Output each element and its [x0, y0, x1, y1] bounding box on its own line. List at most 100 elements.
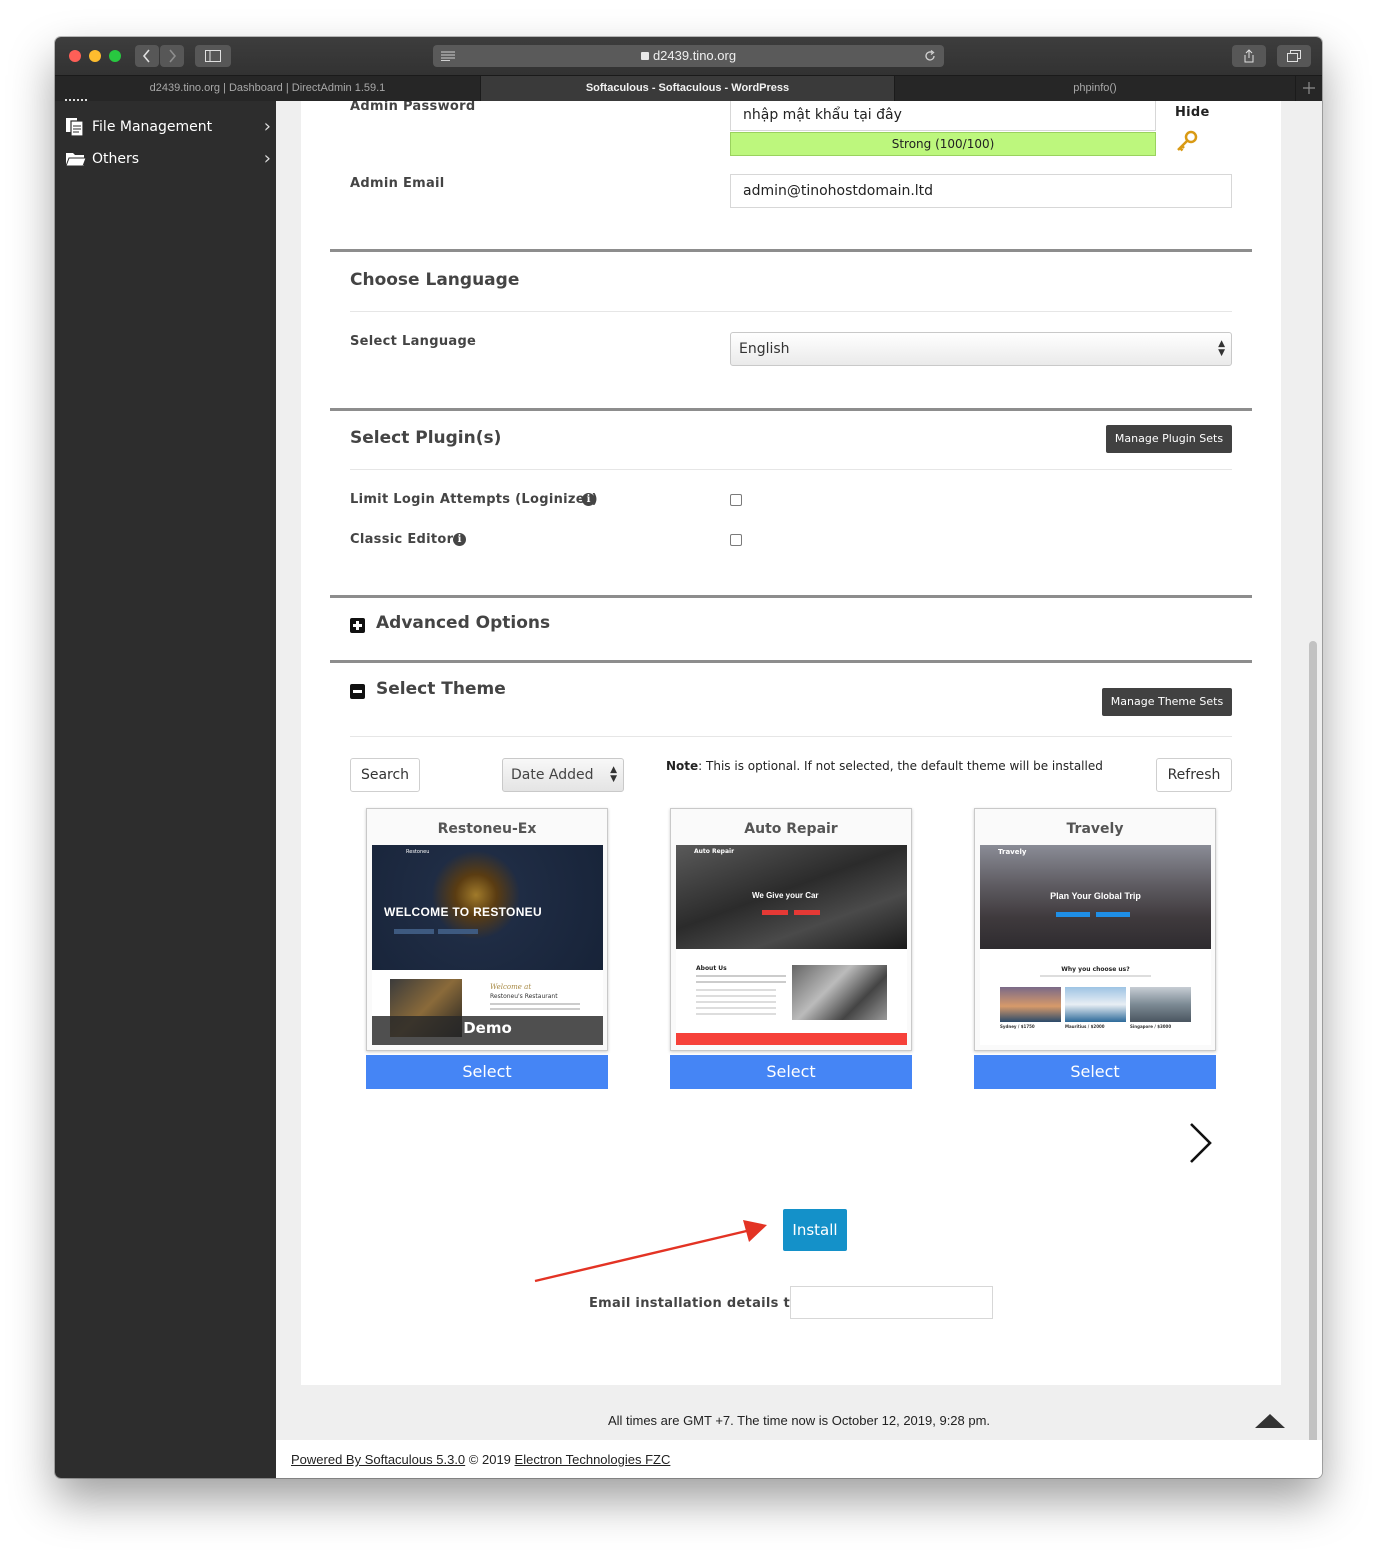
select-theme-toggle[interactable]: Select Theme: [350, 679, 650, 703]
chevron-right-icon: ›: [263, 116, 271, 137]
footer-text: Powered By Softaculous 5.3.0 © 2019 Elec…: [291, 1452, 670, 1467]
section-divider: [350, 311, 1232, 312]
section-divider: [330, 408, 1252, 411]
plugin-label-classic-editor: Classic Editor: [350, 532, 454, 547]
theme-thumbnail: Travely Plan Your Global Trip Why you ch…: [980, 845, 1211, 1045]
theme-note-bold: Note: [666, 759, 699, 773]
theme-note: Note: This is optional. If not selected,…: [666, 759, 1103, 773]
scrollbar[interactable]: [1309, 641, 1317, 1461]
manage-theme-sets-button[interactable]: Manage Theme Sets: [1102, 688, 1232, 716]
info-icon[interactable]: i: [453, 533, 466, 546]
share-button[interactable]: [1232, 45, 1266, 67]
lock-icon: [640, 52, 649, 60]
sidebar-item-label: File Management: [92, 119, 213, 135]
tabs-overview-button[interactable]: [1277, 45, 1311, 67]
key-icon[interactable]: [1175, 130, 1199, 154]
select-language-label: Select Language: [350, 334, 477, 349]
select-arrows-icon: ▲ ▼: [1218, 339, 1225, 358]
thumbnail-brand: Restoneu: [406, 849, 430, 855]
advanced-options-toggle[interactable]: Advanced Options: [350, 613, 650, 637]
info-icon[interactable]: i: [582, 493, 595, 506]
chevron-right-icon[interactable]: [1187, 1121, 1215, 1165]
chevron-right-icon: [169, 49, 177, 63]
theme-card-restoneu[interactable]: Restoneu-Ex Restoneu WELCOME TO RESTONEU…: [366, 808, 608, 1051]
theme-sort-select[interactable]: Date Added ▲ ▼: [502, 758, 624, 792]
theme-name: Auto Repair: [744, 821, 838, 837]
theme-card-travely[interactable]: Travely Travely Plan Your Global Trip Wh…: [974, 808, 1216, 1051]
thumbnail-hero-text: We Give your Car: [752, 891, 819, 900]
admin-password-field[interactable]: nhập mật khẩu tại đây: [730, 101, 1156, 131]
choose-language-heading: Choose Language: [350, 270, 520, 290]
thumbnail-why: Why you choose us?: [1061, 966, 1130, 973]
advanced-options-heading: Advanced Options: [376, 613, 551, 633]
plugin-checkbox-classic-editor[interactable]: [730, 534, 742, 546]
thumbnail-subtitle: Restoneu's Restaurant: [490, 993, 558, 1000]
chevron-left-icon: [142, 49, 150, 63]
hide-password-link[interactable]: Hide: [1175, 105, 1210, 120]
close-window-button[interactable]: [69, 50, 81, 62]
back-button[interactable]: [135, 45, 159, 67]
section-divider: [350, 736, 1232, 737]
main-content: Admin Password nhập mật khẩu tại đây Str…: [276, 101, 1322, 1478]
language-select-value: English: [739, 341, 790, 357]
thumbnail-place: Mauritius / $2000: [1065, 1024, 1105, 1029]
theme-thumbnail: Restoneu WELCOME TO RESTONEU Welcome at …: [372, 845, 603, 1045]
language-select[interactable]: English ▲ ▼: [730, 332, 1232, 366]
theme-search-button[interactable]: Search: [350, 758, 420, 792]
zoom-window-button[interactable]: [109, 50, 121, 62]
forward-button[interactable]: [160, 45, 184, 67]
annotation-arrow-icon: [534, 1220, 767, 1283]
theme-card-auto-repair[interactable]: Auto Repair Auto Repair We Give your Car…: [670, 808, 912, 1051]
thumbnail-brand: Auto Repair: [694, 848, 735, 855]
select-arrows-icon: ▲ ▼: [610, 765, 617, 784]
reload-icon[interactable]: [924, 50, 936, 62]
manage-plugin-sets-button[interactable]: Manage Plugin Sets: [1106, 425, 1232, 453]
email-install-details-label: Email installation details to :: [589, 1296, 810, 1311]
section-divider: [350, 469, 1232, 470]
thumbnail-place: Sydney / $1750: [1000, 1024, 1035, 1029]
tab-phpinfo[interactable]: phpinfo(): [895, 76, 1296, 101]
plus-icon: [1303, 82, 1315, 94]
address-bar[interactable]: d2439.tino.org: [433, 45, 944, 67]
scroll-to-top-icon[interactable]: [1255, 1413, 1285, 1429]
theme-select-button-travely[interactable]: Select: [974, 1055, 1216, 1089]
thumbnail-brand: Travely: [998, 848, 1027, 856]
copyright-text: © 2019: [468, 1452, 511, 1467]
email-install-details-field[interactable]: [790, 1286, 993, 1319]
time-note: All times are GMT +7. The time now is Oc…: [607, 1413, 991, 1428]
plugin-checkbox-loginizer[interactable]: [730, 494, 742, 506]
admin-email-field[interactable]: admin@tinohostdomain.ltd: [730, 174, 1232, 208]
sidebar-item-others[interactable]: Others ›: [65, 146, 275, 172]
sidebar-toggle-button[interactable]: [195, 45, 231, 67]
admin-password-label: Admin Password: [350, 101, 476, 114]
theme-refresh-button[interactable]: Refresh: [1156, 758, 1232, 792]
minimize-window-button[interactable]: [89, 50, 101, 62]
tabs-icon: [1287, 50, 1301, 62]
share-icon: [1244, 49, 1254, 63]
file-icon: [66, 118, 84, 136]
section-divider: [330, 249, 1252, 252]
tab-directadmin[interactable]: d2439.tino.org | Dashboard | DirectAdmin…: [55, 76, 481, 101]
new-tab-button[interactable]: [1296, 76, 1322, 101]
reader-icon: [441, 51, 455, 61]
theme-name: Travely: [1066, 821, 1124, 837]
tab-softaculous[interactable]: Softaculous - Softaculous - WordPress: [481, 76, 895, 101]
browser-window: d2439.tino.org d2439.tino.org | Dashboar…: [55, 37, 1322, 1478]
theme-name: Restoneu-Ex: [437, 821, 537, 837]
thumbnail-hero-text: Plan Your Global Trip: [1050, 891, 1141, 901]
theme-select-button-auto-repair[interactable]: Select: [670, 1055, 912, 1089]
url-text: d2439.tino.org: [652, 48, 737, 63]
electron-technologies-link[interactable]: Electron Technologies FZC: [515, 1452, 671, 1467]
softaculous-link[interactable]: Powered By Softaculous 5.3.0: [291, 1452, 465, 1467]
theme-demo-overlay[interactable]: Demo: [372, 1016, 603, 1045]
select-theme-heading: Select Theme: [376, 679, 506, 699]
install-button[interactable]: Install: [783, 1209, 847, 1251]
theme-select-button-restoneu[interactable]: Select: [366, 1055, 608, 1089]
install-panel: Admin Password nhập mật khẩu tại đây Str…: [301, 101, 1281, 1385]
footer-bar: Powered By Softaculous 5.3.0 © 2019 Elec…: [276, 1440, 1322, 1478]
theme-sort-value: Date Added: [511, 767, 594, 783]
chevron-right-icon: ›: [263, 148, 271, 169]
password-strength-bar: Strong (100/100): [730, 132, 1156, 156]
sidebar: File Management › Others ›: [55, 99, 276, 1478]
sidebar-item-file-management[interactable]: File Management ›: [65, 114, 275, 140]
